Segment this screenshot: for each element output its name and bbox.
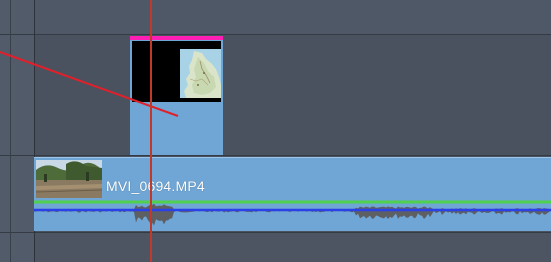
audio-waveform	[34, 200, 551, 226]
video-clip-filename: MVI_0694.MP4	[106, 178, 205, 194]
playhead[interactable]	[150, 0, 152, 262]
track-lane-bottom[interactable]	[0, 233, 551, 262]
track-lane-overlay[interactable]	[0, 35, 551, 156]
map-thumbnail-icon	[180, 49, 221, 98]
track-header-top[interactable]	[0, 0, 34, 35]
track-header-bottom[interactable]	[0, 233, 34, 262]
overlay-clip[interactable]	[130, 36, 223, 155]
track-header-column	[0, 0, 35, 262]
overlay-clip-thumbnail	[132, 41, 221, 102]
video-thumbnail	[36, 160, 102, 198]
video-clip[interactable]: MVI_0694.MP4	[34, 157, 551, 231]
track-lane-top[interactable]	[0, 0, 551, 35]
header-divider	[10, 0, 11, 262]
track-header-video[interactable]	[0, 156, 34, 233]
overlay-clip-marker-bar	[130, 36, 223, 40]
track-header-overlay[interactable]	[0, 35, 34, 156]
